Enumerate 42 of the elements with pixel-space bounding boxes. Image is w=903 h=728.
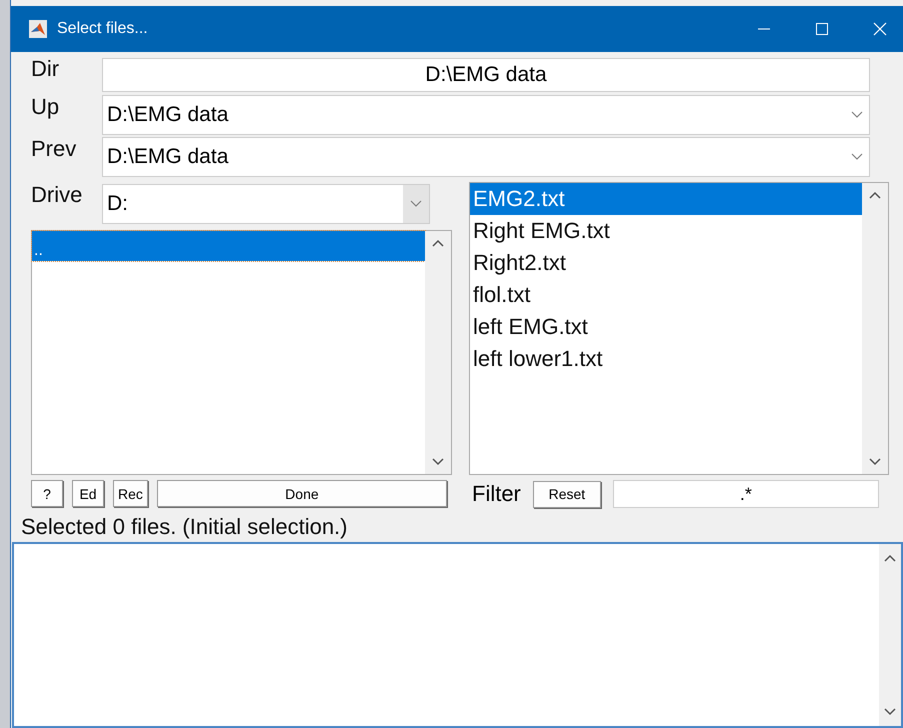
chevron-down-icon[interactable] (869, 458, 881, 466)
chevron-up-icon[interactable] (869, 191, 881, 199)
chevron-down-icon (851, 153, 863, 161)
close-icon[interactable] (873, 22, 887, 36)
folder-item[interactable]: .. (32, 231, 425, 261)
up-dropdown[interactable]: D:\EMG data (102, 95, 870, 135)
chevron-up-icon[interactable] (432, 239, 444, 247)
dir-label: Dir (30, 56, 60, 82)
chevron-down-icon (851, 111, 863, 119)
status-text: Selected 0 files. (Initial selection.) (20, 513, 348, 541)
drive-label: Drive (30, 182, 84, 208)
push-button[interactable]: Done (156, 480, 447, 507)
app-icon (29, 20, 47, 38)
prev-dropdown[interactable]: D:\EMG data (102, 137, 870, 177)
filter-field[interactable]: .* (612, 480, 879, 508)
maximize-icon[interactable] (815, 22, 829, 36)
scrollbar[interactable] (879, 544, 901, 726)
chevron-down-icon[interactable] (884, 708, 896, 716)
dir-field[interactable]: D:\EMG data (102, 58, 870, 92)
chevron-down-icon (410, 200, 422, 208)
up-label: Up (30, 94, 60, 120)
prev-label: Prev (30, 136, 78, 162)
chevron-up-icon[interactable] (884, 554, 896, 562)
output-text-area[interactable] (12, 542, 903, 728)
file-item[interactable]: EMG2.txt (470, 183, 862, 215)
filter-label: Filter (471, 481, 521, 507)
file-list[interactable]: EMG2.txt Right EMG.txt Right2.txt flol.txt left EMG.txt left lower1.txt (469, 182, 889, 475)
file-item[interactable]: Right EMG.txt (470, 215, 862, 247)
reset-button[interactable]: Reset (532, 480, 601, 508)
folder-list[interactable]: .. (31, 230, 452, 475)
drive-dropdown[interactable]: D: (102, 184, 430, 224)
file-item[interactable]: left EMG.txt (470, 311, 862, 343)
scrollbar[interactable] (425, 231, 451, 474)
push-button[interactable]: Ed (72, 480, 104, 507)
push-button[interactable]: ? (31, 480, 63, 507)
file-item[interactable]: flol.txt (470, 279, 862, 311)
window-title: Select files... (57, 20, 149, 38)
scrollbar[interactable] (862, 183, 888, 474)
push-button[interactable]: Rec (113, 480, 148, 507)
file-item[interactable]: Right2.txt (470, 247, 862, 279)
file-item[interactable]: left lower1.txt (470, 343, 862, 375)
chevron-down-icon[interactable] (432, 458, 444, 466)
